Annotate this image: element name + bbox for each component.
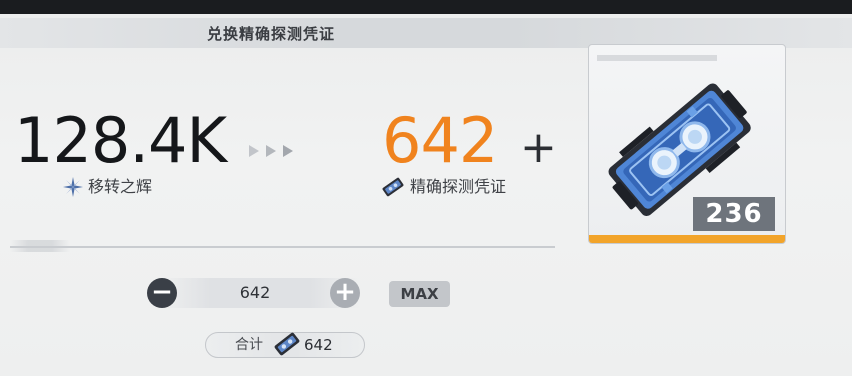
voucher-icon xyxy=(274,332,300,356)
quantity-value[interactable]: 642 xyxy=(230,282,280,304)
voucher-icon xyxy=(382,177,404,197)
dialog-title: 兑换精确探测凭证 xyxy=(207,25,336,43)
target-amount: 642 xyxy=(382,104,498,177)
max-button[interactable]: MAX xyxy=(389,281,450,307)
total-label: 合计 xyxy=(235,337,263,353)
decrease-button[interactable]: − xyxy=(147,278,177,308)
source-amount: 128.4K xyxy=(14,104,227,177)
rarity-bar xyxy=(589,235,785,243)
plus-sign: + xyxy=(520,122,557,173)
item-card[interactable]: 236 xyxy=(588,44,786,244)
card-header-stripe xyxy=(597,55,717,61)
spark-icon xyxy=(63,177,83,197)
total-value: 642 xyxy=(304,336,333,354)
top-strip xyxy=(0,0,852,14)
divider xyxy=(10,246,555,248)
increase-button[interactable]: + xyxy=(330,278,360,308)
source-currency-name: 移转之辉 xyxy=(88,177,153,196)
divider-ornament xyxy=(10,240,70,252)
item-count-badge: 236 xyxy=(693,197,775,231)
arrows-icon xyxy=(249,145,293,157)
target-item-name: 精确探测凭证 xyxy=(410,177,507,196)
